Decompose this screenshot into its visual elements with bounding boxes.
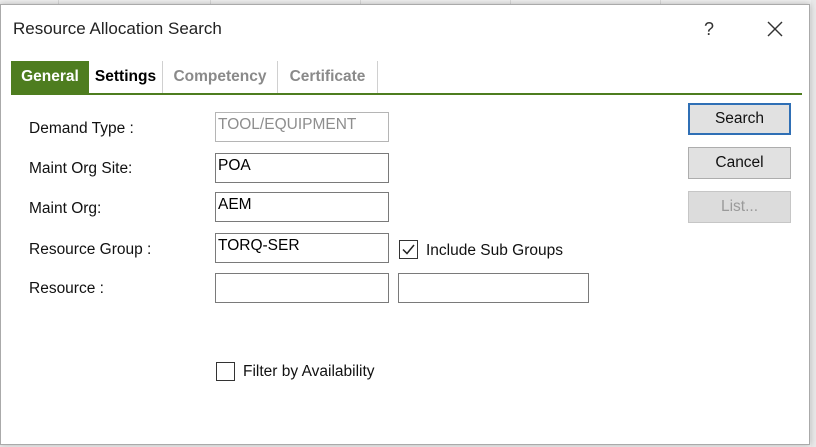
resource-group-label: Resource Group : <box>29 241 152 258</box>
include-sub-groups-label: Include Sub Groups <box>426 242 564 259</box>
resource-allocation-search-dialog: Resource Allocation Search ? General Set… <box>0 4 810 445</box>
demand-type-field: TOOL/EQUIPMENT <box>215 112 389 142</box>
tab-settings[interactable]: Settings <box>89 61 163 93</box>
tab-certificate[interactable]: Certificate <box>278 61 378 93</box>
resource-group-input[interactable]: TORQ-SER <box>215 233 389 263</box>
dialog-title: Resource Allocation Search <box>13 19 222 38</box>
maint-org-label: Maint Org: <box>29 200 102 217</box>
tab-competency[interactable]: Competency <box>163 61 278 93</box>
maint-org-site-input[interactable]: POA <box>215 153 389 183</box>
resource-input[interactable] <box>215 273 389 303</box>
cancel-button[interactable]: Cancel <box>688 147 791 179</box>
background-divider <box>811 0 816 447</box>
filter-by-availability-checkbox[interactable] <box>216 362 235 381</box>
maint-org-site-label: Maint Org Site: <box>29 160 133 177</box>
list-button[interactable]: List... <box>688 191 791 223</box>
demand-type-label: Demand Type : <box>29 120 134 137</box>
resource-label: Resource : <box>29 280 104 297</box>
tab-underline <box>11 93 802 95</box>
maint-org-input[interactable]: AEM <box>215 192 389 222</box>
checkmark-icon <box>402 244 415 255</box>
include-sub-groups-checkbox[interactable] <box>399 240 418 259</box>
resource-description-input[interactable] <box>398 273 589 303</box>
help-button[interactable]: ? <box>697 17 721 41</box>
close-icon <box>767 21 783 37</box>
close-button[interactable] <box>761 15 789 43</box>
tab-general[interactable]: General <box>11 61 89 93</box>
title-bar: Resource Allocation Search ? <box>1 5 809 51</box>
search-button[interactable]: Search <box>688 103 791 135</box>
filter-by-availability-label: Filter by Availability <box>243 363 375 380</box>
